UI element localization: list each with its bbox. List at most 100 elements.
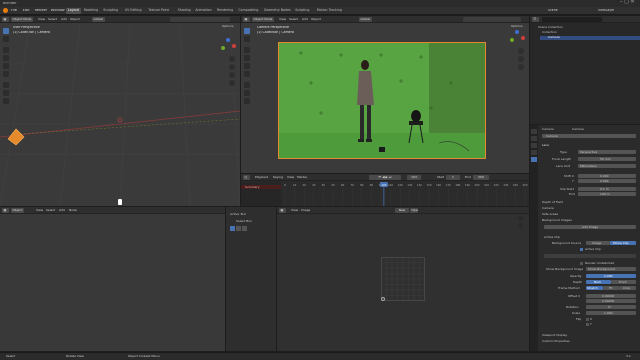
menu-node[interactable]: Node — [69, 209, 77, 212]
menu-view[interactable]: View — [38, 18, 45, 21]
move-icon[interactable] — [3, 47, 9, 53]
outliner-camera[interactable]: Camera — [548, 36, 560, 39]
add-cube-icon[interactable] — [244, 98, 250, 104]
zoom-icon[interactable] — [229, 56, 235, 62]
open-image-button[interactable]: Open — [410, 208, 418, 213]
workspace-tab-compositing[interactable]: Compositing — [236, 8, 260, 14]
menu-image[interactable]: Image — [301, 209, 310, 212]
shading-buttons[interactable] — [170, 17, 230, 22]
safe-areas-panel-title[interactable]: Safe Areas — [542, 213, 558, 216]
workspace-tab-sculpting[interactable]: Sculpting — [101, 8, 120, 14]
editor-type-button[interactable]: ▦ — [2, 17, 9, 22]
menu-add[interactable]: Add — [59, 209, 65, 212]
menu-playback[interactable]: Playback — [255, 176, 268, 179]
gizmo-y-icon[interactable] — [221, 46, 225, 50]
workspace-tab-shading[interactable]: Shading — [176, 8, 193, 14]
workspace-tab-geometry-nodes[interactable]: Geometry Nodes — [262, 8, 293, 14]
annotate-icon[interactable] — [3, 82, 9, 88]
left-3d-viewport[interactable]: ▦ Object Mode View Select Add Object Glo… — [0, 16, 240, 212]
select-box-icon[interactable] — [3, 28, 9, 34]
flip-y-checkbox[interactable] — [586, 323, 589, 326]
outliner-editor[interactable]: ☰ Scene Collection Collection Camera — [530, 16, 640, 124]
menu-marker[interactable]: Marker — [297, 176, 307, 179]
movie-clip-selector[interactable] — [544, 254, 636, 258]
view-layer-selector[interactable]: ViewLayer — [598, 9, 614, 12]
annotate-icon[interactable] — [244, 82, 250, 88]
pan-icon[interactable] — [518, 56, 524, 62]
gizmo-x-icon[interactable] — [521, 36, 525, 40]
measure-icon[interactable] — [244, 90, 250, 96]
image-editor[interactable]: ▦ View Image New Open — [277, 207, 529, 351]
workspace-tab-texture-paint[interactable]: Texture Paint — [146, 8, 171, 14]
pan-icon[interactable] — [229, 64, 235, 70]
menu-object[interactable]: Object — [70, 18, 80, 21]
orientation-dropdown[interactable]: Global — [359, 17, 372, 22]
select-box-icon[interactable] — [244, 28, 250, 34]
select-mode-icon[interactable] — [230, 226, 235, 231]
menu-edit[interactable]: Edit — [23, 9, 30, 13]
add-cube-icon[interactable] — [3, 98, 9, 104]
render-undistorted-checkbox[interactable] — [580, 262, 583, 265]
scale-icon[interactable] — [3, 63, 9, 69]
transform-icon[interactable] — [3, 71, 9, 77]
workspace-tab-uv-editing[interactable]: UV Editing — [123, 8, 144, 14]
workspace-tab-scripting[interactable]: Scripting — [293, 8, 311, 14]
rotate-icon[interactable] — [3, 55, 9, 61]
menu-view[interactable]: View — [36, 209, 43, 212]
camera-3d-viewport[interactable]: ▦ Object Mode View Select Add Object Glo… — [241, 16, 529, 173]
outliner-collection[interactable]: Collection — [542, 31, 557, 34]
active-clip-checkbox[interactable] — [580, 248, 583, 251]
gizmo-y-icon[interactable] — [510, 38, 514, 42]
cursor-icon[interactable] — [3, 36, 9, 42]
workspace-tab-rendering[interactable]: Rendering — [215, 8, 235, 14]
camera-data-tab-icon[interactable] — [531, 157, 537, 162]
mode-dropdown[interactable]: Object Mode — [11, 17, 33, 22]
flip-x-checkbox[interactable] — [586, 318, 589, 321]
rotate-icon[interactable] — [244, 55, 250, 61]
editor-type-button[interactable]: ▦ — [279, 208, 286, 213]
transform-icon[interactable] — [244, 71, 250, 77]
dof-panel-title[interactable]: Depth of Field — [542, 201, 563, 204]
select-extend-icon[interactable] — [236, 226, 241, 231]
orientation-dropdown[interactable]: Global — [92, 17, 105, 22]
window-controls[interactable]: – ▢ ✕ — [620, 0, 635, 5]
end-frame-field[interactable]: 250 — [473, 175, 489, 180]
editor-type-button[interactable]: ▦ — [243, 17, 250, 22]
tool-tab-icon[interactable] — [531, 129, 537, 134]
camera-view-icon[interactable] — [229, 72, 235, 78]
current-frame-field[interactable]: 103 — [407, 175, 421, 180]
viewport-display-panel-title[interactable]: Viewport Display — [542, 334, 567, 337]
scale-icon[interactable] — [244, 63, 250, 69]
editor-type-button[interactable]: ▦ — [2, 208, 9, 213]
menu-object[interactable]: Object — [311, 18, 321, 21]
menu-view[interactable]: View — [287, 176, 294, 179]
scene-selector[interactable]: Scene — [548, 9, 558, 12]
menu-select[interactable]: Select — [289, 18, 298, 21]
shading-buttons[interactable] — [463, 17, 521, 22]
options-dropdown[interactable]: Options — [511, 25, 523, 28]
menu-add[interactable]: Add — [61, 18, 67, 21]
bottom-left-editor[interactable]: ▦ Object View Select Add Node — [0, 207, 225, 351]
menu-window[interactable]: Window — [51, 9, 65, 13]
camera-panel-title[interactable]: Camera — [542, 207, 554, 210]
zoom-icon[interactable] — [518, 48, 524, 54]
start-frame-field[interactable]: 1 — [446, 175, 460, 180]
select-subtract-icon[interactable] — [242, 226, 247, 231]
object-tab-icon[interactable] — [531, 150, 537, 155]
outliner-search[interactable] — [542, 17, 602, 22]
workspace-tab-animation[interactable]: Animation — [193, 8, 213, 14]
render-tab-icon[interactable] — [531, 136, 537, 141]
mode-dropdown[interactable]: Object Mode — [252, 17, 274, 22]
workspace-tab-layout[interactable]: Layout — [66, 8, 81, 14]
zoom-icon[interactable] — [518, 216, 523, 221]
camera-view-icon[interactable] — [518, 64, 524, 70]
custom-properties-panel-title[interactable]: Custom Properties — [542, 340, 570, 343]
menu-view[interactable]: View — [291, 209, 298, 212]
menu-render[interactable]: Render — [35, 9, 47, 13]
menu-view[interactable]: View — [279, 18, 286, 21]
camera-object-icon[interactable] — [6, 127, 26, 147]
cursor-icon[interactable] — [244, 36, 250, 42]
outliner-scene-collection[interactable]: Scene Collection — [538, 26, 563, 29]
new-image-button[interactable]: New — [395, 208, 409, 213]
timeline-ruler[interactable]: 0102030405060708090100110120130140150160… — [281, 182, 529, 206]
